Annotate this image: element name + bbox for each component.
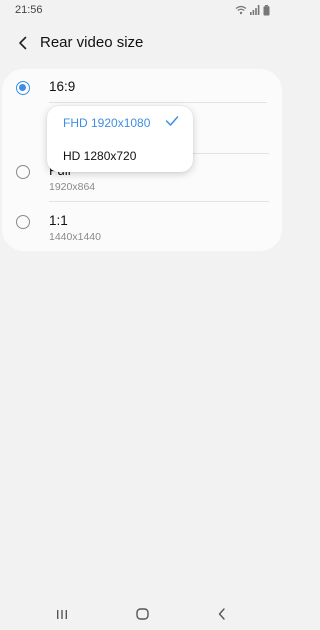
nav-back-icon (218, 608, 225, 620)
chevron-left-icon (19, 36, 27, 50)
recents-icon (57, 609, 67, 619)
home-button[interactable] (131, 604, 153, 624)
status-bar: 21:56 (0, 0, 284, 22)
status-icons (235, 4, 270, 16)
option-16-9[interactable]: 16:9 (2, 69, 282, 103)
page-title: Rear video size (40, 34, 144, 51)
battery-icon (263, 4, 270, 15)
option-sub: 1440x1440 (49, 231, 101, 243)
option-label: 1:1 (49, 213, 68, 228)
popup-item-label: HD 1280x720 (63, 149, 137, 163)
status-time: 21:56 (15, 4, 43, 16)
radio-1-1[interactable] (16, 215, 30, 229)
recents-button[interactable] (51, 604, 73, 624)
popup-item-fhd[interactable]: FHD 1920x1080 (47, 106, 193, 139)
navigation-bar (0, 598, 284, 630)
wifi-icon (235, 5, 247, 15)
check-icon (165, 116, 179, 126)
option-sub: 1920x864 (49, 181, 96, 193)
home-icon (135, 608, 149, 620)
popup-item-hd[interactable]: HD 1280x720 (47, 139, 193, 172)
signal-icon (250, 5, 260, 15)
resolution-popup: FHD 1920x1080 HD 1280x720 (47, 106, 193, 172)
app-bar: Rear video size (0, 26, 284, 62)
nav-back-button[interactable] (211, 604, 233, 624)
divider (49, 102, 267, 103)
option-1-1[interactable]: 1:1 1440x1440 (2, 202, 282, 250)
back-button[interactable] (10, 30, 36, 56)
popup-item-label: FHD 1920x1080 (63, 116, 151, 130)
radio-16-9[interactable] (16, 81, 30, 95)
radio-full[interactable] (16, 165, 30, 179)
option-label: 16:9 (49, 79, 76, 94)
